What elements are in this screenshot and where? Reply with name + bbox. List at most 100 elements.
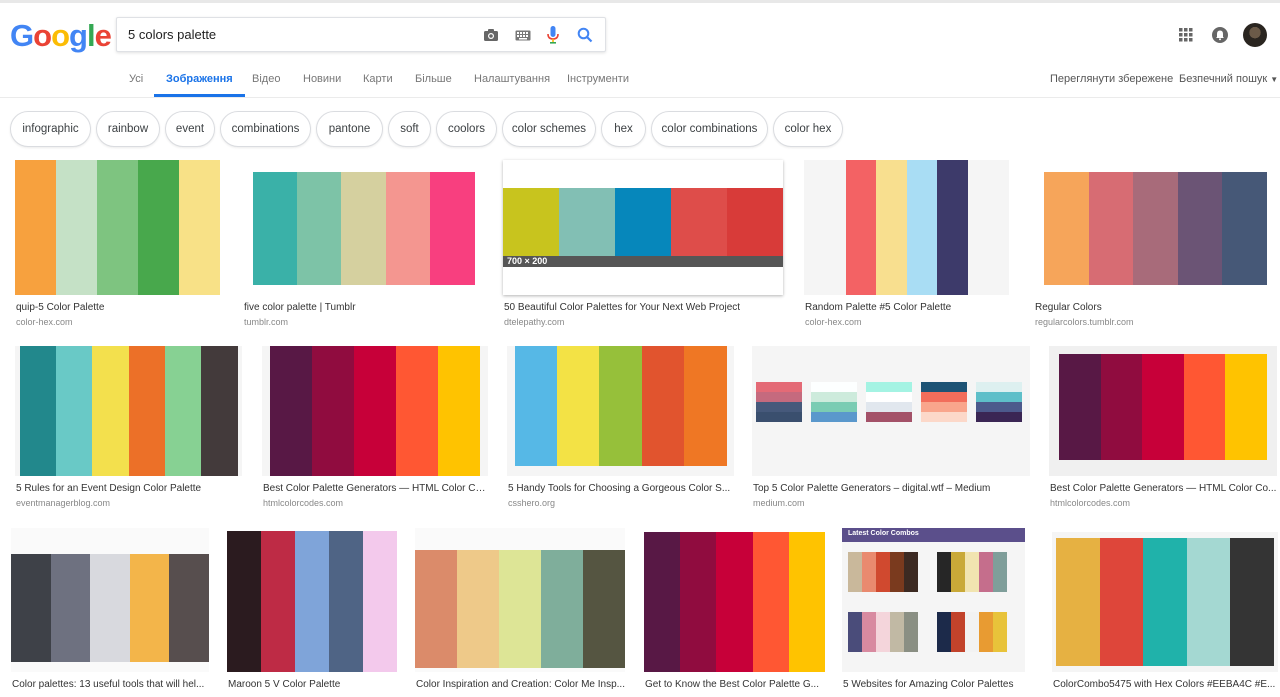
combo-swatch [979,552,993,592]
color-swatch [415,550,457,668]
result-thumbnail[interactable] [1034,160,1277,295]
color-swatch [1100,354,1143,460]
chip-color-combinations[interactable]: color combinations [651,111,768,147]
chip-color-schemes[interactable]: color schemes [502,111,596,147]
mini-swatch [866,382,912,392]
color-swatch [683,346,727,466]
search-icon[interactable] [575,25,595,45]
chip-hex[interactable]: hex [601,111,646,147]
result-thumbnail[interactable]: 700 × 200 [503,160,783,295]
result-thumbnail[interactable] [15,346,242,476]
result-title[interactable]: Maroon 5 V Color Palette [228,679,398,690]
chip-rainbow[interactable]: rainbow [96,111,160,147]
result-title[interactable]: Get to Know the Best Color Palette G... [645,679,826,690]
chip-infographic[interactable]: infographic [10,111,91,147]
color-swatch [503,188,559,256]
chip-color-hex[interactable]: color hex [773,111,843,147]
keyboard-icon[interactable] [513,25,533,45]
result-domain: color-hex.com [16,317,73,327]
color-swatch [615,188,671,256]
combo-swatch [862,552,876,592]
tab-more[interactable]: Більше [415,60,452,97]
panel-header: Latest Color Combos [842,528,1025,542]
tab-all[interactable]: Усі [129,60,143,97]
result-thumbnail[interactable] [227,531,397,672]
tab-maps[interactable]: Карти [363,60,393,97]
result-thumbnail[interactable] [804,160,1009,295]
mini-swatch [921,412,967,422]
result-title[interactable]: Regular Colors [1035,302,1278,313]
result-thumbnail[interactable] [243,160,484,295]
result-title[interactable]: Best Color Palette Generators — HTML Col… [263,483,489,494]
search-box[interactable] [116,17,606,52]
color-swatch [1177,172,1223,285]
chip-coolors[interactable]: coolors [436,111,497,147]
color-swatch [261,531,295,672]
mini-swatch [756,382,802,392]
result-title[interactable]: Random Palette #5 Color Palette [805,302,1010,313]
result-thumbnail[interactable] [15,160,220,295]
result-title[interactable]: ColorCombo5475 with Hex Colors #EEBA4C #… [1053,679,1279,690]
tab-videos[interactable]: Відео [252,60,280,97]
result-thumbnail[interactable] [644,532,825,672]
color-swatch [1099,538,1144,666]
result-domain: htmlcolorcodes.com [1050,498,1131,508]
result-title[interactable]: Best Color Palette Generators — HTML Col… [1050,483,1278,494]
result-thumbnail[interactable] [11,528,209,672]
chip-event[interactable]: event [165,111,215,147]
combo-swatch [993,552,1007,592]
color-swatch [56,346,94,476]
result-title[interactable]: 5 Handy Tools for Choosing a Gorgeous Co… [508,483,735,494]
result-domain: regularcolors.tumblr.com [1035,317,1134,327]
color-swatch [138,160,179,295]
result-title[interactable]: Color palettes: 13 useful tools that wil… [12,679,210,690]
saved-link[interactable]: Переглянути збережене [1050,60,1173,97]
tab-news[interactable]: Новини [303,60,341,97]
apps-grid-icon[interactable] [1176,25,1196,45]
google-logo[interactable]: Google [10,18,112,54]
color-swatch [385,172,431,285]
mini-swatch [866,412,912,422]
color-swatch [599,346,643,466]
chip-pantone[interactable]: pantone [316,111,383,147]
search-input[interactable] [128,18,468,51]
color-swatch [295,531,329,672]
mini-swatch [921,392,967,402]
mini-swatch [866,392,912,402]
result-thumbnail[interactable]: Latest Color Combos [842,528,1025,672]
result-thumbnail[interactable] [415,528,625,672]
color-swatch [457,550,499,668]
mini-swatch [811,392,857,402]
result-title[interactable]: Top 5 Color Palette Generators – digital… [753,483,1031,494]
result-title[interactable]: five color palette | Tumblr [244,302,485,313]
avatar[interactable] [1243,23,1267,47]
color-swatch [438,346,480,476]
color-swatch [1056,538,1100,666]
result-title[interactable]: 5 Websites for Amazing Color Palettes [843,679,1026,690]
tab-tools[interactable]: Інструменти [567,60,629,97]
mini-swatch [866,402,912,412]
result-domain: dtelepathy.com [504,317,565,327]
mic-icon[interactable] [543,25,563,45]
chip-soft[interactable]: soft [388,111,431,147]
combo-swatch [904,612,918,652]
result-thumbnail[interactable] [752,346,1030,476]
result-thumbnail[interactable] [262,346,488,476]
result-title[interactable]: 5 Rules for an Event Design Color Palett… [16,483,243,494]
result-title[interactable]: 50 Beautiful Color Palettes for Your Nex… [504,302,784,313]
camera-icon[interactable] [481,25,501,45]
result-title[interactable]: quip-5 Color Palette [16,302,221,313]
result-title[interactable]: Color Inspiration and Creation: Color Me… [416,679,626,690]
safesearch-dropdown[interactable]: Безпечний пошук ▼ [1179,60,1278,97]
result-domain: csshero.org [508,498,556,508]
tab-settings[interactable]: Налаштування [474,60,550,97]
tab-images[interactable]: Зображення [154,60,245,97]
notifications-icon[interactable] [1210,25,1230,45]
result-thumbnail[interactable] [1049,346,1277,476]
panel-title: Latest Color Combos [848,530,919,537]
chip-combinations[interactable]: combinations [220,111,311,147]
result-thumbnail[interactable] [1052,532,1278,672]
combo-swatch [862,612,876,652]
mini-swatch [811,402,857,412]
result-thumbnail[interactable] [507,346,734,476]
